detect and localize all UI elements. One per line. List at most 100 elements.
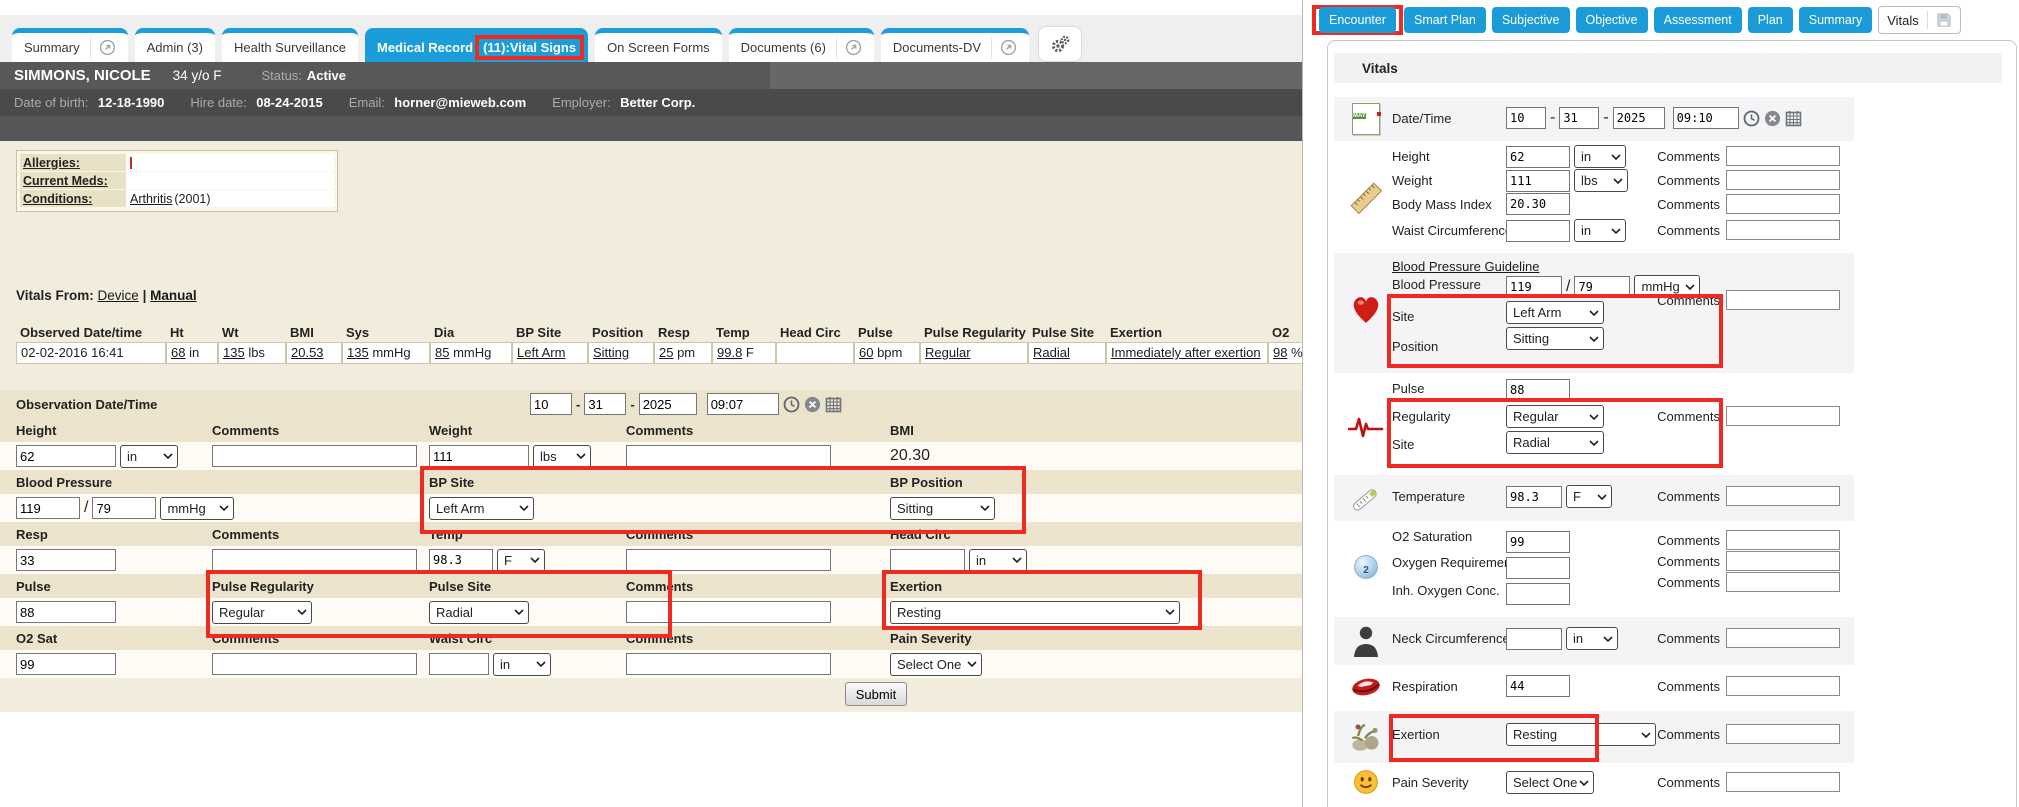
pulse-site-select[interactable]: Radial [429, 601, 529, 624]
vitals-year-input[interactable] [1613, 107, 1665, 129]
bp-diastolic-input[interactable] [1574, 276, 1630, 298]
temperature-unit-select[interactable]: F [1566, 485, 1612, 508]
tab-documents[interactable]: Documents (6) [729, 28, 874, 62]
head-circ-unit-select[interactable]: in [969, 549, 1027, 572]
height-unit-select[interactable]: in [120, 445, 178, 468]
bp-site-select[interactable]: Left Arm [1506, 301, 1604, 324]
bp-systolic-input[interactable] [16, 497, 80, 519]
height-comments-input[interactable] [212, 445, 417, 467]
bp-guideline-link[interactable]: Blood Pressure Guideline [1392, 259, 1539, 274]
allergies-link[interactable]: Allergies: [20, 154, 126, 171]
tab-objective[interactable]: Objective [1576, 7, 1648, 33]
height-unit-select[interactable]: in [1574, 145, 1626, 168]
settings-gear-button[interactable] [1038, 26, 1082, 62]
waist-unit-select[interactable]: in [1574, 219, 1626, 242]
temp-input[interactable] [429, 549, 493, 571]
resp-input[interactable] [16, 549, 116, 571]
tab-plan[interactable]: Plan [1748, 7, 1793, 33]
bp-unit-select[interactable]: mmHg [160, 497, 234, 520]
waist-comments-input[interactable] [626, 653, 831, 675]
tab-on-screen-forms[interactable]: On Screen Forms [595, 28, 722, 62]
weight-comments-input[interactable] [626, 445, 831, 467]
respiration-input[interactable] [1506, 675, 1570, 697]
submit-button[interactable]: Submit [845, 682, 907, 706]
tab-admin[interactable]: Admin (3) [135, 28, 215, 62]
weight-input[interactable] [429, 445, 529, 467]
open-in-new-icon[interactable] [836, 37, 862, 59]
pain-severity-select[interactable]: Select One [890, 653, 982, 676]
obs-day-input[interactable] [584, 393, 626, 415]
temperature-input[interactable] [1506, 486, 1562, 508]
weight-comments-input[interactable] [1726, 170, 1840, 190]
pulse-comments-input[interactable] [1726, 406, 1840, 426]
vitals-time-input[interactable] [1673, 107, 1739, 129]
current-meds-link[interactable]: Current Meds: [20, 172, 126, 189]
oxygen-requirement-input[interactable] [1506, 557, 1570, 579]
bp-comments-input[interactable] [1726, 290, 1840, 310]
o2-sat-input[interactable] [16, 653, 116, 675]
tab-encounter[interactable]: Encounter [1319, 7, 1396, 33]
pulse-regularity-select[interactable]: Regular [1506, 405, 1604, 428]
bp-site-select[interactable]: Left Arm [429, 497, 534, 520]
temperature-comments-input[interactable] [1726, 486, 1840, 506]
bp-position-select[interactable]: Sitting [1506, 327, 1604, 350]
tab-assessment[interactable]: Assessment [1654, 7, 1742, 33]
height-input[interactable] [1506, 146, 1570, 168]
tab-summary-right[interactable]: Summary [1799, 7, 1872, 33]
obs-year-input[interactable] [639, 393, 697, 415]
obs-time-input[interactable] [707, 393, 779, 415]
waist-circ-input[interactable] [429, 653, 489, 675]
pulse-input[interactable] [1506, 379, 1570, 401]
waist-unit-select[interactable]: in [493, 653, 551, 676]
bp-systolic-input[interactable] [1506, 276, 1562, 298]
exertion-select[interactable]: Resting [890, 601, 1180, 624]
tab-summary[interactable]: Summary [12, 28, 128, 62]
obs-month-input[interactable] [530, 393, 572, 415]
o2-saturation-comments-input[interactable] [1726, 530, 1840, 550]
head-circ-input[interactable] [890, 549, 965, 571]
o2-saturation-input[interactable] [1506, 531, 1570, 553]
inh-oxygen-conc-comments-input[interactable] [1726, 572, 1840, 592]
pulse-regularity-select[interactable]: Regular [212, 601, 312, 624]
tab-medical-record-vital-signs[interactable]: Medical Record (11):Vital Signs [365, 28, 588, 62]
weight-input[interactable] [1506, 170, 1570, 192]
weight-unit-select[interactable]: lbs [1574, 169, 1628, 192]
respiration-comments-input[interactable] [1726, 676, 1840, 696]
clear-icon[interactable] [804, 396, 821, 413]
waist-comments-input[interactable] [1726, 220, 1840, 240]
calendar-icon[interactable] [825, 396, 842, 413]
pulse-input[interactable] [16, 601, 116, 623]
neck-unit-select[interactable]: in [1566, 627, 1618, 650]
clock-icon[interactable] [1743, 110, 1760, 127]
inh-oxygen-conc-input[interactable] [1506, 583, 1570, 605]
tab-health-surveillance[interactable]: Health Surveillance [222, 28, 358, 62]
vitals-from-device-link[interactable]: Device [98, 288, 139, 303]
resp-comments-input[interactable] [212, 549, 417, 571]
height-comments-input[interactable] [1726, 146, 1840, 166]
calendar-icon[interactable] [1785, 110, 1802, 127]
bp-diastolic-input[interactable] [92, 497, 156, 519]
vitals-from-manual-link[interactable]: Manual [150, 288, 197, 303]
tab-subjective[interactable]: Subjective [1492, 7, 1570, 33]
neck-comments-input[interactable] [1726, 628, 1840, 648]
o2-comments-input[interactable] [212, 653, 417, 675]
neck-circumference-input[interactable] [1506, 628, 1562, 650]
height-input[interactable] [16, 445, 116, 467]
pain-severity-select[interactable]: Select One [1506, 771, 1594, 794]
pain-comments-input[interactable] [1726, 772, 1840, 792]
bmi-comments-input[interactable] [1726, 194, 1840, 214]
exertion-comments-input[interactable] [1726, 724, 1840, 744]
save-icon[interactable] [1936, 12, 1952, 28]
pulse-site-select[interactable]: Radial [1506, 431, 1604, 454]
open-in-new-icon[interactable] [991, 37, 1017, 59]
vitals-month-input[interactable] [1506, 107, 1546, 129]
temp-comments-input[interactable] [626, 549, 831, 571]
condition-arthritis-link[interactable]: Arthritis [130, 192, 172, 206]
open-in-new-icon[interactable] [90, 37, 116, 59]
bmi-input[interactable] [1506, 193, 1570, 215]
weight-unit-select[interactable]: lbs [533, 445, 591, 468]
conditions-link[interactable]: Conditions: [20, 190, 126, 207]
tab-documents-dv[interactable]: Documents-DV [881, 28, 1029, 62]
temp-unit-select[interactable]: F [497, 549, 545, 572]
vitals-day-input[interactable] [1559, 107, 1599, 129]
